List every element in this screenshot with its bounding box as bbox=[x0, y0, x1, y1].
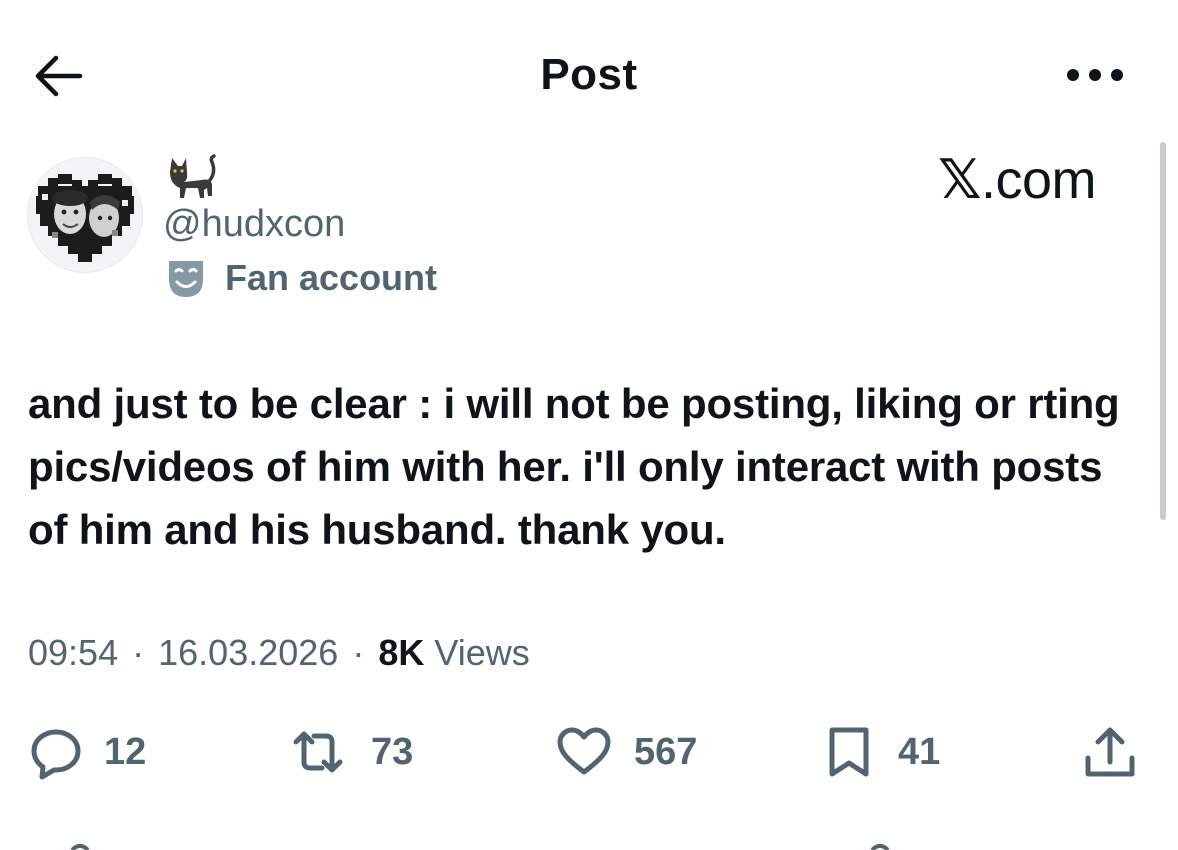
theater-mask-icon bbox=[169, 261, 203, 297]
repost-count: 73 bbox=[371, 730, 414, 773]
account-label[interactable]: Fan account bbox=[165, 255, 437, 301]
scrollbar[interactable] bbox=[1160, 142, 1166, 520]
heart-icon bbox=[557, 727, 611, 775]
reply-icon bbox=[31, 729, 81, 780]
views-label[interactable]: Views bbox=[434, 632, 529, 673]
reply-count: 12 bbox=[104, 730, 147, 773]
bookmark-count: 41 bbox=[898, 730, 941, 773]
repost-button[interactable]: 73 bbox=[285, 720, 413, 784]
author-handle[interactable]: @hudxcon bbox=[163, 203, 345, 246]
x-com-watermark: 𝕏.com bbox=[938, 148, 1097, 211]
meta-separator: · bbox=[132, 632, 145, 673]
watermark-x: 𝕏 bbox=[938, 150, 982, 210]
views-count[interactable]: 8K bbox=[378, 632, 424, 673]
post-meta: 09:54 · 16.03.2026 · 8K Views bbox=[28, 632, 530, 674]
avatar[interactable] bbox=[27, 157, 143, 273]
page-title: Post bbox=[540, 50, 638, 99]
share-button[interactable] bbox=[1082, 720, 1138, 784]
like-button[interactable]: 567 bbox=[554, 720, 697, 784]
post-time[interactable]: 09:54 bbox=[28, 632, 118, 673]
next-row-fragment bbox=[70, 844, 890, 850]
bookmark-icon bbox=[829, 727, 869, 777]
watermark-suffix: .com bbox=[981, 150, 1097, 210]
cat-emoji-icon bbox=[162, 150, 218, 202]
post-text: and just to be clear : i will not be pos… bbox=[28, 380, 1120, 553]
share-icon bbox=[1085, 727, 1135, 777]
meta-separator: · bbox=[352, 632, 365, 673]
post-date[interactable]: 16.03.2026 bbox=[158, 632, 338, 673]
like-count: 567 bbox=[634, 730, 698, 773]
bookmark-button[interactable]: 41 bbox=[822, 720, 940, 784]
reply-button[interactable]: 12 bbox=[28, 720, 146, 784]
account-label-text: Fan account bbox=[225, 257, 438, 298]
more-horizontal-icon bbox=[1067, 69, 1123, 81]
heart-photo-avatar-icon bbox=[36, 174, 134, 262]
more-options-button[interactable] bbox=[1060, 52, 1130, 98]
repost-icon bbox=[293, 731, 343, 773]
